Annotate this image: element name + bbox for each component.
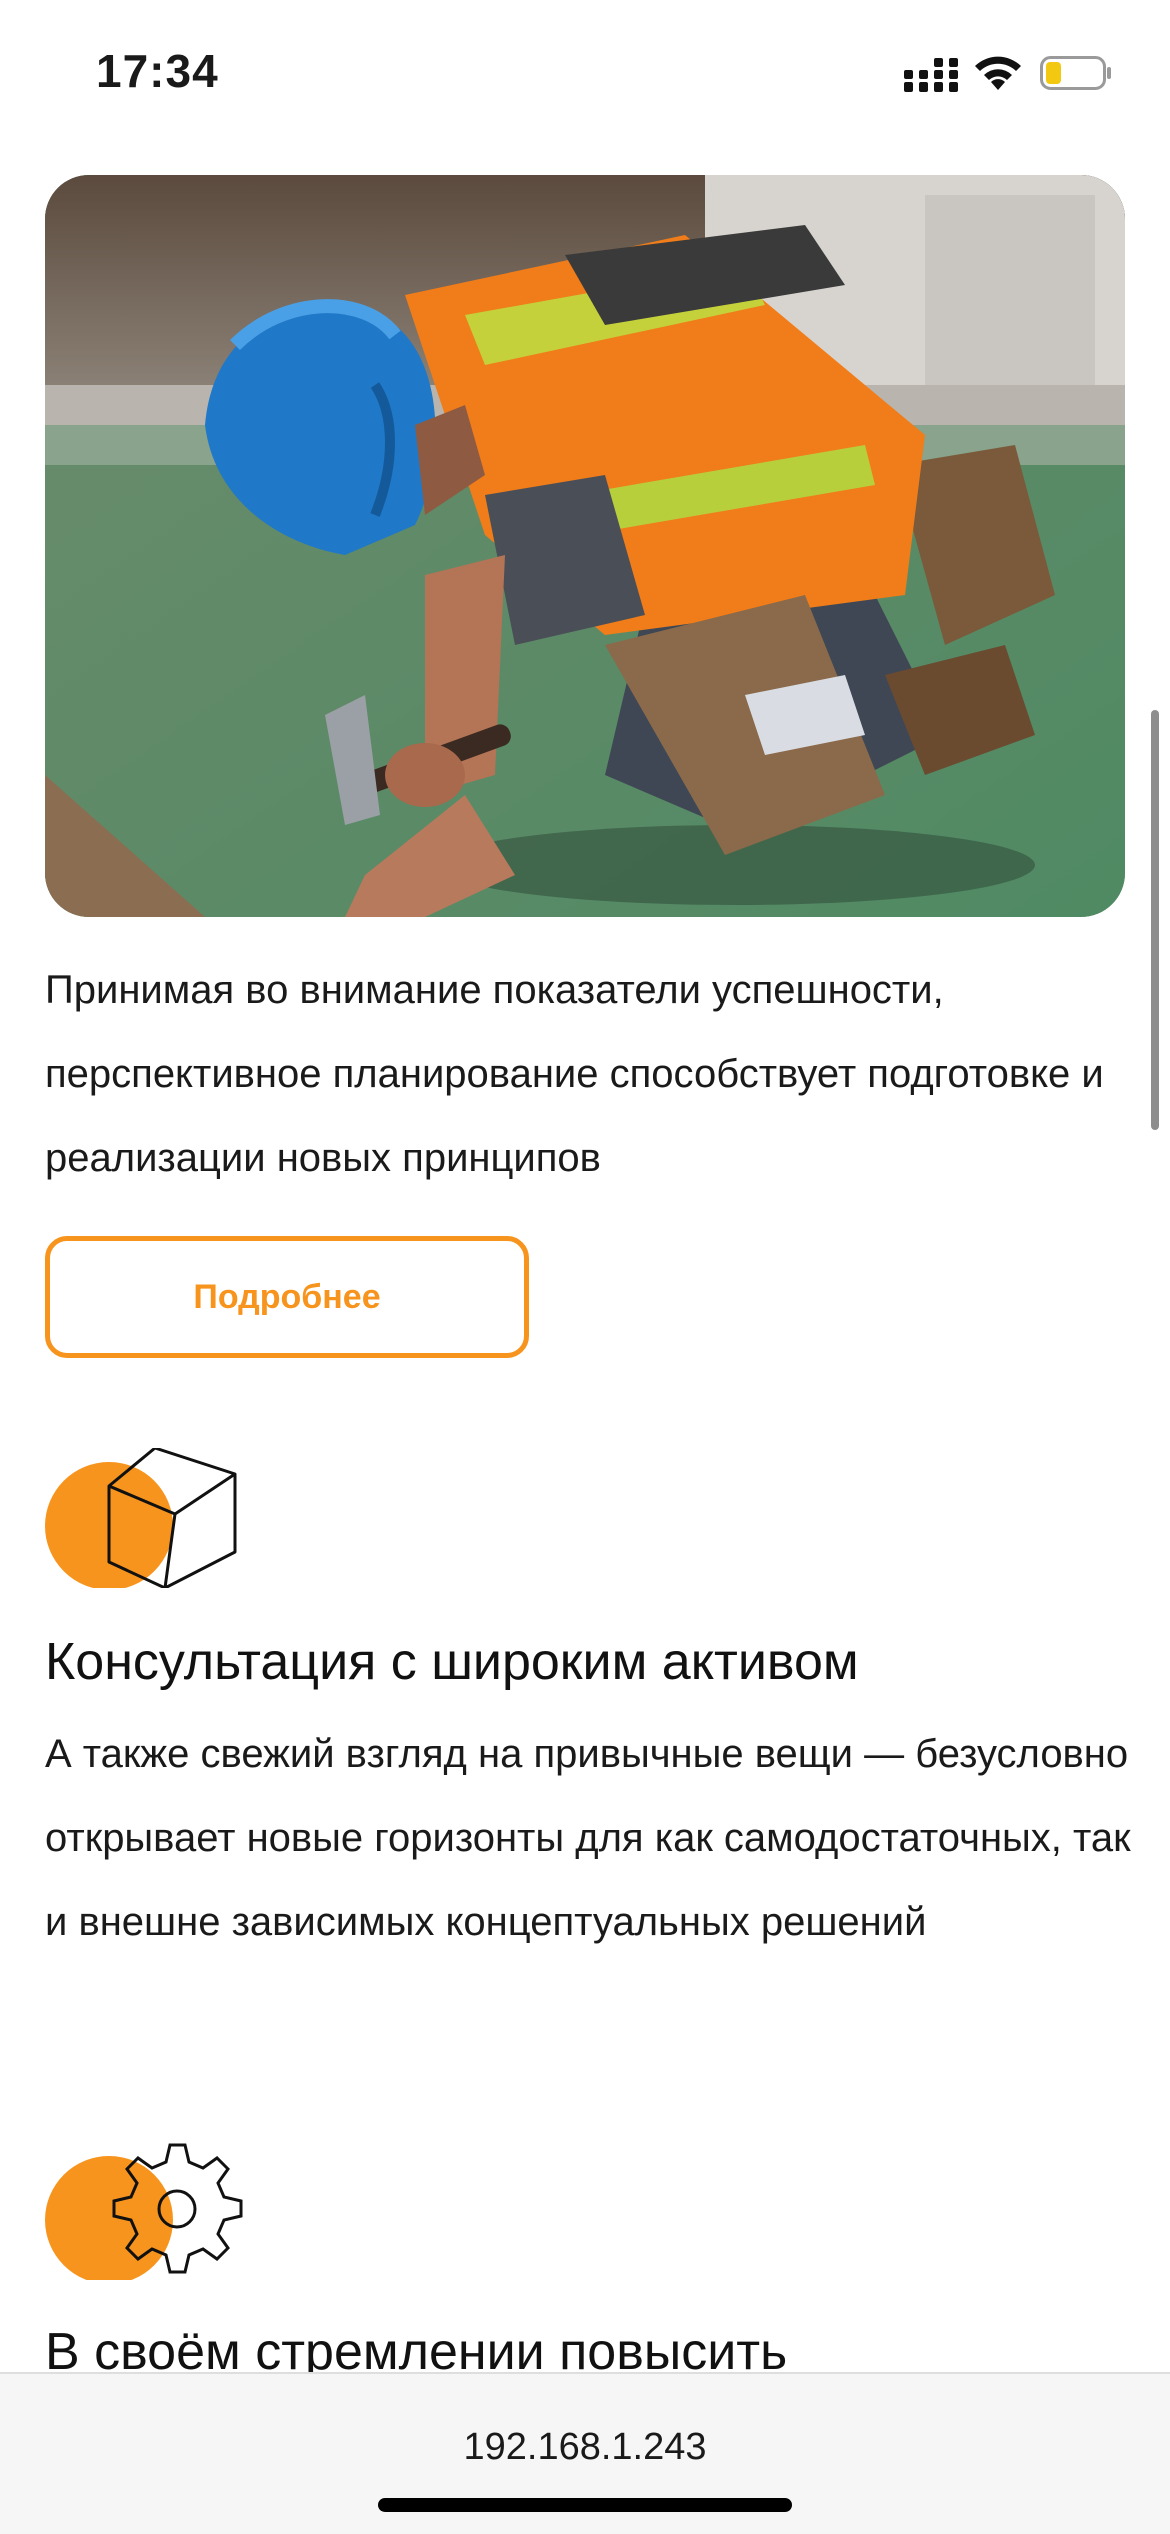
wifi-icon [975, 56, 1021, 90]
intro-text: Принимая во внимание показатели успешнос… [45, 968, 1104, 1180]
scrollbar[interactable] [1151, 710, 1159, 1130]
feature-text: А также свежий взгляд на привычные вещи … [45, 1732, 1131, 1944]
construction-worker-photo [45, 175, 1125, 917]
battery-low-icon [1040, 56, 1111, 90]
url-text[interactable]: 192.168.1.243 [0, 2426, 1170, 2469]
home-indicator[interactable] [378, 2498, 792, 2512]
cube-icon [45, 1448, 237, 1588]
feature-title: Консультация с широким активом [45, 1633, 859, 1691]
more-button[interactable]: Подробнее [45, 1236, 529, 1358]
browser-address-bar[interactable]: 192.168.1.243 [0, 2372, 1170, 2534]
cellular-signal-icon [904, 58, 958, 92]
status-bar: 17:34 [0, 0, 1170, 150]
status-time: 17:34 [96, 45, 219, 97]
hero-image [45, 175, 1125, 917]
gear-icon [45, 2143, 243, 2280]
